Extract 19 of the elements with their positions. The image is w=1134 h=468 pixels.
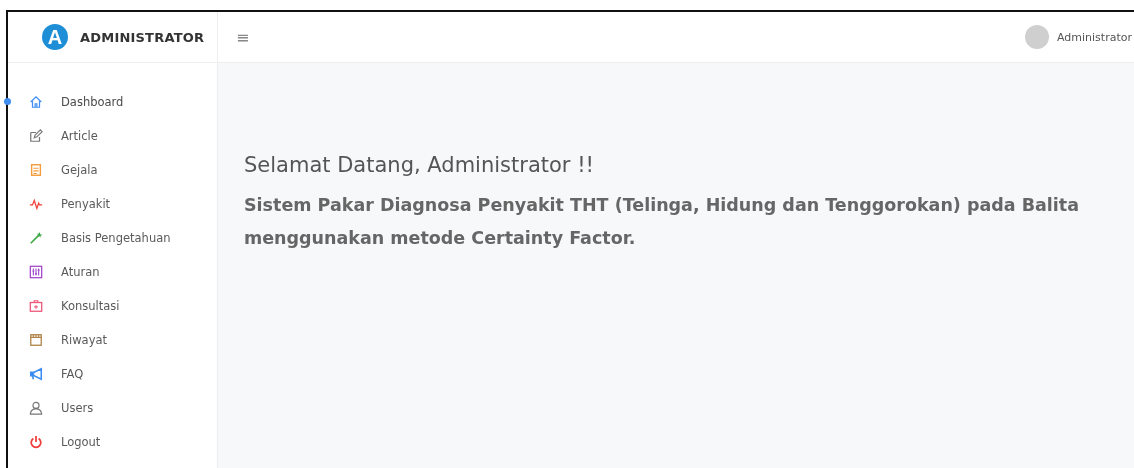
sidebar-item[interactable]: Logout bbox=[8, 425, 217, 459]
sidebar-item[interactable]: Penyakit bbox=[8, 187, 217, 221]
sidebar-item[interactable]: Aturan bbox=[8, 255, 217, 289]
sidebar-item[interactable]: Riwayat bbox=[8, 323, 217, 357]
sidebar-item[interactable]: FAQ bbox=[8, 357, 217, 391]
sidebar-item[interactable]: Users bbox=[8, 391, 217, 425]
sidebar-item[interactable]: Basis Pengetahuan bbox=[8, 221, 217, 255]
system-description: Sistem Pakar Diagnosa Penyakit THT (Telinga, Hidung dan Tenggorokan) pada Balita menggunakan metode Certainty Factor. bbox=[244, 194, 1080, 250]
sidebar-item[interactable]: Article bbox=[8, 119, 217, 153]
brand-name: ADMINISTRATOR bbox=[80, 29, 205, 45]
menu-button[interactable]: ≡ bbox=[236, 27, 250, 47]
sidebar-item[interactable]: Konsultasi bbox=[8, 289, 217, 323]
logo: A bbox=[42, 24, 68, 50]
welcome-heading: Selamat Datang, Administrator !! bbox=[244, 153, 595, 177]
sidebar-item[interactable]: Dashboard bbox=[8, 85, 217, 119]
avatar[interactable] bbox=[1025, 25, 1049, 49]
user-name[interactable]: Administrator bbox=[1057, 30, 1132, 44]
sidebar-item[interactable]: Gejala bbox=[8, 153, 217, 187]
active-indicator bbox=[4, 98, 11, 105]
